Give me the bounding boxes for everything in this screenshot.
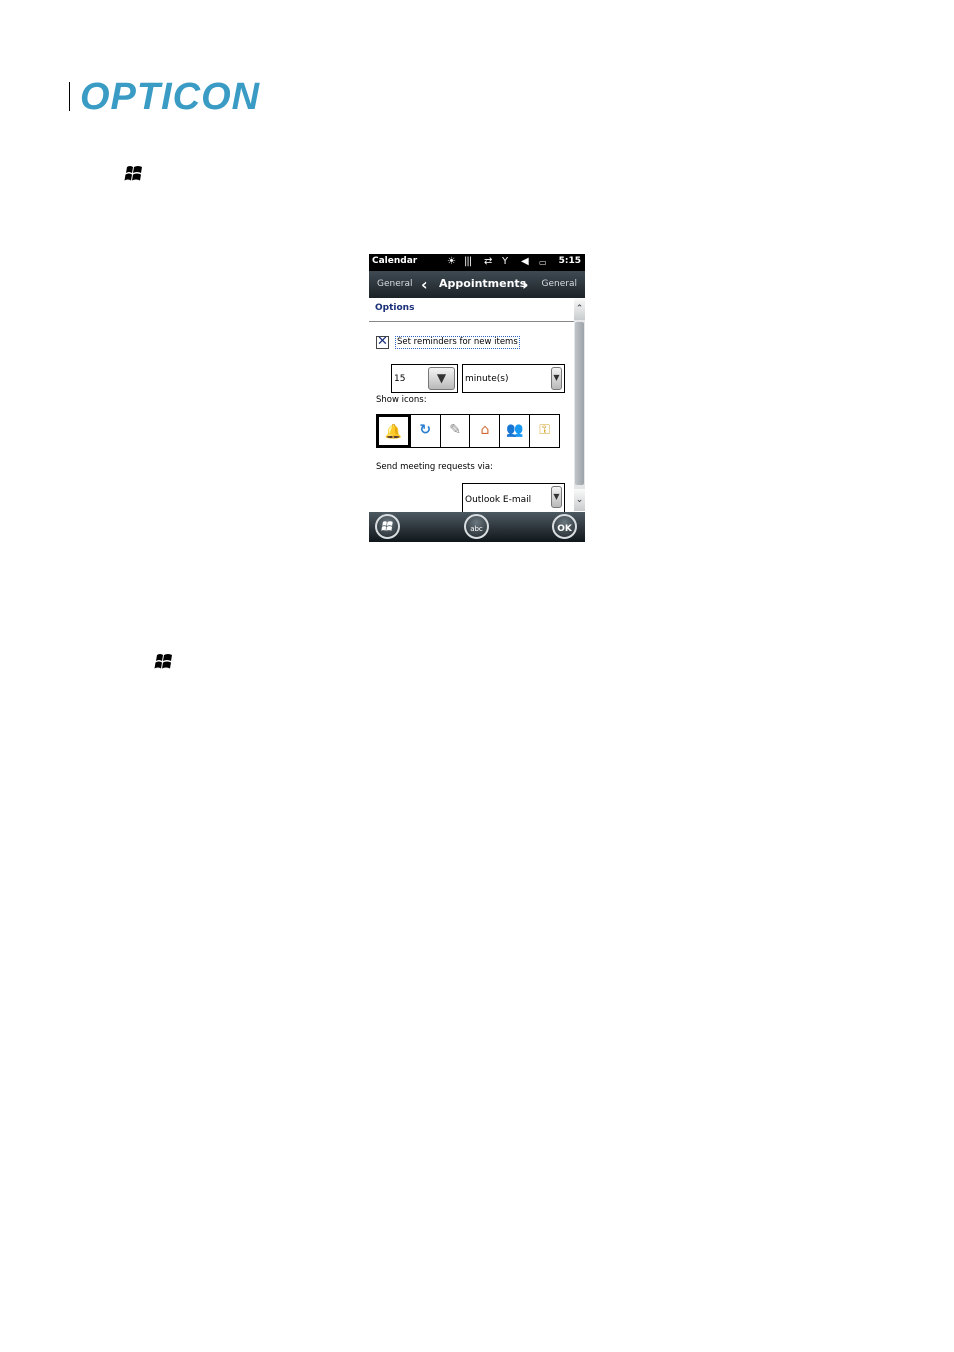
scroll-down-button[interactable]: ⌄ <box>574 489 585 511</box>
keyboard-label: abc <box>470 525 483 533</box>
send-via-label: Send meeting requests via: <box>376 462 493 472</box>
sync-arrows-icon: ⇄ <box>484 256 493 267</box>
windows-flag-icon <box>154 654 172 669</box>
reminder-unit-dropdown-button[interactable]: ▼ <box>551 367 562 390</box>
chevron-up-icon: ⌃ <box>575 304 584 314</box>
ok-button[interactable]: OK <box>552 514 577 539</box>
clock: 5:15 <box>558 256 581 266</box>
attendees-icon: 👥 <box>506 422 524 438</box>
ok-label: OK <box>557 524 572 534</box>
nav-prev-tab[interactable]: General <box>377 279 412 289</box>
send-via-dropdown-button[interactable]: ▼ <box>551 486 562 508</box>
bell-icon: 🔔 <box>384 424 403 440</box>
scroll-up-button[interactable]: ⌃ <box>574 298 585 320</box>
chevron-right-icon[interactable]: › <box>522 275 529 294</box>
scroll-thumb[interactable] <box>575 322 584 485</box>
icon-option-attendees[interactable]: 👥 <box>499 415 530 447</box>
device-screen: Calendar ☀ ||| ⇄ Y ◀ ▭ 5:15 General ‹ Ap… <box>369 254 585 542</box>
soft-key-bar: abc OK <box>369 512 585 542</box>
barcode-icon: ||| <box>464 256 472 267</box>
icon-option-location[interactable]: ⌂ <box>469 415 500 447</box>
send-via-value: Outlook E-mail <box>465 495 532 505</box>
battery-icon: ▭ <box>539 258 547 267</box>
triangle-down-icon: ▼ <box>553 492 560 501</box>
vertical-scrollbar[interactable]: ⌃ ⌄ <box>574 298 585 511</box>
start-button[interactable] <box>375 514 400 539</box>
section-title: Options <box>375 303 415 313</box>
reminder-amount-dropdown-button[interactable]: ▼ <box>428 367 455 390</box>
icon-option-bell[interactable]: 🔔 <box>377 415 410 447</box>
triangle-down-icon: ▼ <box>553 373 560 382</box>
status-bar: Calendar ☀ ||| ⇄ Y ◀ ▭ 5:15 <box>369 254 585 271</box>
nav-current-tab: Appointments <box>439 277 527 290</box>
alarm-icon: ☀ <box>447 256 456 267</box>
triangle-down-icon: ▼ <box>436 371 447 385</box>
show-icons-label: Show icons: <box>376 395 427 405</box>
check-mark-icon: ✕ <box>377 334 388 349</box>
icon-option-private[interactable]: ⚿ <box>529 415 559 447</box>
windows-flag-icon <box>124 166 142 181</box>
speaker-mute-icon[interactable]: ◀ <box>521 256 529 268</box>
app-title: Calendar <box>372 256 418 266</box>
icon-option-notes[interactable]: ✎ <box>439 415 470 447</box>
icon-option-recurrence[interactable]: ↻ <box>409 415 440 447</box>
keyboard-button[interactable]: abc <box>464 514 489 539</box>
divider <box>369 321 574 322</box>
recurrence-icon: ↻ <box>419 422 432 438</box>
signal-icon: Y <box>502 256 509 267</box>
private-key-icon: ⚿ <box>539 422 550 438</box>
reminder-unit-select[interactable]: minute(s) ▼ <box>462 364 565 393</box>
reminder-amount-value: 15 <box>394 374 406 384</box>
chevron-left-icon[interactable]: ‹ <box>421 275 428 294</box>
send-via-select[interactable]: Outlook E-mail ▼ <box>462 483 565 513</box>
reminder-unit-value: minute(s) <box>465 374 509 384</box>
reminder-checkbox-label[interactable]: Set reminders for new items <box>395 336 520 349</box>
opticon-logo: OPTICON <box>80 76 261 118</box>
icon-picker: 🔔 ↻ ✎ ⌂ 👥 ⚿ <box>376 414 560 448</box>
location-home-icon: ⌂ <box>480 422 490 438</box>
tab-navigation: General ‹ Appointments › General <box>369 271 585 298</box>
windows-start-icon <box>381 521 393 531</box>
reminder-amount-select[interactable]: 15 ▼ <box>391 364 458 393</box>
chevron-down-icon: ⌄ <box>575 495 584 505</box>
notes-icon: ✎ <box>449 422 461 438</box>
header-divider <box>69 82 70 111</box>
nav-next-tab[interactable]: General <box>542 279 577 289</box>
reminder-checkbox[interactable]: ✕ <box>376 334 389 349</box>
